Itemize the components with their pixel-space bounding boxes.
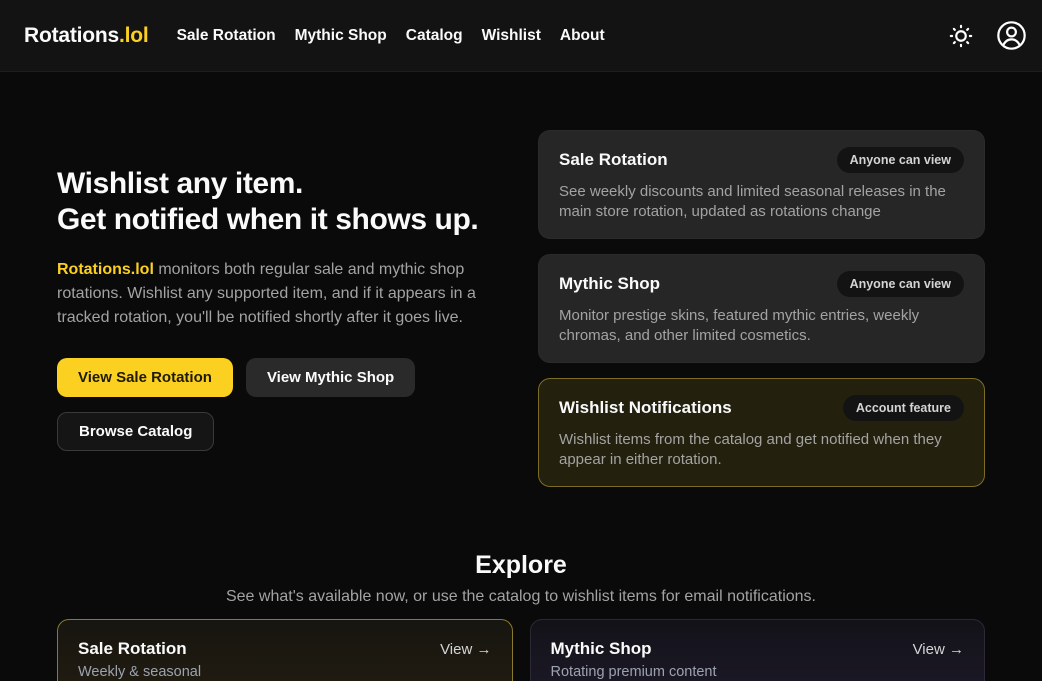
feature-card-sale-rotation: Sale Rotation Anyone can view See weekly… — [538, 130, 985, 239]
hero-intro: Rotations.lol monitors both regular sale… — [57, 258, 505, 330]
access-badge: Anyone can view — [837, 147, 964, 173]
access-badge: Account feature — [843, 395, 964, 421]
nav-catalog[interactable]: Catalog — [406, 27, 463, 45]
explore-card-subtitle: Weekly & seasonal — [78, 664, 492, 680]
sun-icon — [948, 23, 974, 49]
main-nav: Sale Rotation Mythic Shop Catalog Wishli… — [177, 27, 605, 45]
feature-card-title: Wishlist Notifications — [559, 398, 732, 418]
feature-card-head: Wishlist Notifications Account feature — [559, 395, 964, 421]
feature-card-description: Wishlist items from the catalog and get … — [559, 430, 964, 470]
account-icon — [996, 20, 1027, 51]
view-link[interactable]: View → — [440, 641, 491, 658]
explore-card-head: Sale Rotation View → — [78, 639, 492, 659]
view-link[interactable]: View → — [913, 641, 964, 658]
hero-heading-line2: Get notified when it shows up. — [57, 202, 505, 238]
feature-cards: Sale Rotation Anyone can view See weekly… — [538, 130, 985, 487]
theme-toggle-button[interactable] — [942, 17, 980, 55]
feature-card-title: Sale Rotation — [559, 150, 668, 170]
explore-card-subtitle: Rotating premium content — [551, 664, 965, 680]
hero-heading: Wishlist any item. Get notified when it … — [57, 166, 505, 238]
account-button[interactable] — [992, 17, 1030, 55]
nav-sale-rotation[interactable]: Sale Rotation — [177, 27, 276, 45]
hero-section: Wishlist any item. Get notified when it … — [57, 130, 985, 487]
explore-cards: Sale Rotation View → Weekly & seasonal M… — [57, 619, 985, 681]
feature-card-head: Sale Rotation Anyone can view — [559, 147, 964, 173]
nav-about[interactable]: About — [560, 27, 605, 45]
feature-card-mythic-shop: Mythic Shop Anyone can view Monitor pres… — [538, 254, 985, 363]
view-sale-rotation-button[interactable]: View Sale Rotation — [57, 358, 233, 397]
access-badge: Anyone can view — [837, 271, 964, 297]
explore-section: Explore See what's available now, or use… — [57, 551, 985, 681]
nav-wishlist[interactable]: Wishlist — [482, 27, 541, 45]
hero-heading-line1: Wishlist any item. — [57, 166, 505, 202]
explore-card-sale-rotation[interactable]: Sale Rotation View → Weekly & seasonal — [57, 619, 513, 681]
explore-title: Explore — [57, 551, 985, 580]
header-actions — [942, 17, 1030, 55]
feature-card-description: See weekly discounts and limited seasona… — [559, 182, 964, 222]
main-content: Wishlist any item. Get notified when it … — [57, 130, 985, 681]
logo-tld: .lol — [119, 24, 149, 47]
hero-intro-brand: Rotations.lol — [57, 261, 154, 278]
feature-card-wishlist-notifications: Wishlist Notifications Account feature W… — [538, 378, 985, 487]
header: Rotations.lol Sale Rotation Mythic Shop … — [0, 0, 1042, 72]
feature-card-head: Mythic Shop Anyone can view — [559, 271, 964, 297]
logo[interactable]: Rotations.lol — [24, 24, 149, 48]
explore-card-head: Mythic Shop View → — [551, 639, 965, 659]
feature-card-title: Mythic Shop — [559, 274, 660, 294]
explore-card-title: Sale Rotation — [78, 639, 187, 659]
hero-buttons: View Sale Rotation View Mythic Shop Brow… — [57, 358, 497, 451]
browse-catalog-button[interactable]: Browse Catalog — [57, 412, 214, 451]
nav-mythic-shop[interactable]: Mythic Shop — [295, 27, 387, 45]
explore-card-mythic-shop[interactable]: Mythic Shop View → Rotating premium cont… — [530, 619, 986, 681]
logo-name: Rotations — [24, 24, 119, 47]
hero-left: Wishlist any item. Get notified when it … — [57, 166, 505, 451]
explore-subtitle: See what's available now, or use the cat… — [57, 586, 985, 608]
explore-card-title: Mythic Shop — [551, 639, 652, 659]
view-mythic-shop-button[interactable]: View Mythic Shop — [246, 358, 415, 397]
feature-card-description: Monitor prestige skins, featured mythic … — [559, 306, 964, 346]
